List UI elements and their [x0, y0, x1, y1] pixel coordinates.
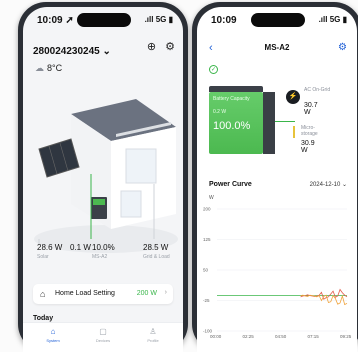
weather-widget: ☁ 8°C: [35, 63, 62, 74]
header-icons: ⊕ ⚙: [147, 40, 175, 53]
home-load-label: Home Load Setting: [55, 290, 115, 297]
x-tick-label: 07:15: [308, 334, 320, 339]
battery-soc: 10.0%: [92, 243, 115, 252]
system-screen: 10:09 ➚ .ıll 5G ▮ 280024230245 ⌄ ⊕ ⚙ ☁ 8°…: [23, 7, 183, 352]
battery-percent: 100.0%: [213, 120, 251, 132]
x-tick-label: 04:50: [275, 334, 287, 339]
tab-devices[interactable]: ▢ Devices: [83, 327, 123, 343]
signal-indicators: .ıll 5G ▮: [144, 15, 173, 24]
battery-capacity-label: Battery Capacity: [213, 96, 250, 102]
signal-indicators-right: .ıll 5G ▮: [318, 15, 347, 24]
tab-devices-label: Devices: [95, 338, 111, 343]
y-tick-label: -100: [203, 329, 213, 334]
micro-storage-value: 30.9 W: [301, 140, 315, 154]
battery-side: [263, 92, 275, 154]
status-ok-icon: ✓: [209, 65, 218, 74]
device-serial-selector[interactable]: 280024230245 ⌄: [33, 46, 111, 57]
settings-icon[interactable]: ⚙: [165, 41, 175, 53]
grid-value: 30.7 W: [304, 102, 318, 116]
y-tick-label: 200: [203, 207, 211, 212]
tab-system-label: System: [46, 338, 60, 343]
grid-name: AC On-Grid: [304, 87, 331, 93]
grid-tower-icon: ⚡: [286, 90, 300, 104]
battery-power-metric: 0.1 W: [70, 243, 91, 252]
battery-soc-metric: 10.0% MS-A2: [92, 243, 115, 260]
device-title: MS-A2: [264, 43, 290, 52]
device-icon: ▢: [99, 327, 107, 336]
grid-load-label: Grid & Load: [143, 254, 170, 260]
grid-load-power: 28.5 W: [143, 243, 169, 252]
battery-power: 0.2 W: [213, 109, 227, 115]
today-section-title: Today: [33, 315, 54, 322]
left-phone-frame: 10:09 ➚ .ıll 5G ▮ 280024230245 ⌄ ⊕ ⚙ ☁ 8°…: [18, 2, 188, 352]
app-stage: 10:09 ➚ .ıll 5G ▮ 280024230245 ⌄ ⊕ ⚙ ☁ 8°…: [0, 0, 358, 352]
flow-line: [275, 121, 295, 122]
solar-label: Solar: [37, 254, 49, 260]
dynamic-island: [77, 13, 131, 27]
house-icon: ⌂: [50, 327, 56, 336]
solar-metric: 28.6 W Solar: [37, 243, 62, 260]
series-line-2: [300, 294, 348, 306]
chevron-right-icon: ›: [164, 289, 167, 296]
add-device-icon[interactable]: ⊕: [147, 41, 156, 53]
battery-power: 0.1 W: [70, 243, 91, 252]
x-tick-label: 09:25: [340, 334, 352, 339]
tab-profile[interactable]: ♙ Profile: [133, 327, 173, 343]
battery-top: [209, 86, 263, 92]
battery-soc-label: MS-A2: [92, 254, 108, 260]
battery-unit: Battery Capacity 0.2 W 100.0%: [209, 86, 275, 154]
cloud-icon: ☁: [35, 63, 44, 73]
status-time: 10:09 ➚: [37, 15, 74, 26]
house-illustration: [34, 99, 178, 253]
grid-load-metric: 28.5 W Grid & Load: [143, 243, 170, 260]
micro-storage-bar: [293, 126, 295, 138]
person-icon: ♙: [149, 327, 157, 336]
y-tick-label: 50: [203, 268, 209, 273]
device-settings-icon[interactable]: ⚙: [338, 42, 347, 53]
right-phone-frame: 10:09 .ıll 5G ▮ ‹ MS-A2 ⚙ ✓ Battery Capa…: [192, 2, 358, 352]
home-load-setting-card[interactable]: ⌂ Home Load Setting 200 W ›: [33, 284, 173, 304]
dynamic-island-right: [251, 13, 305, 27]
status-bar-right: 10:09 .ıll 5G ▮: [197, 7, 357, 31]
status-bar: 10:09 ➚ .ıll 5G ▮: [23, 7, 183, 31]
home-icon: ⌂: [40, 289, 46, 299]
x-tick-label: 00:00: [210, 334, 222, 339]
solar-power: 28.6 W: [37, 243, 63, 252]
tab-system[interactable]: ⌂ System: [33, 327, 73, 343]
bottom-tab-bar: ⌂ System ▢ Devices ♙ Profile: [23, 322, 183, 352]
power-curve-date-picker[interactable]: 2024-12-10 ⌄: [310, 181, 347, 188]
system-header: 280024230245 ⌄ ⊕ ⚙: [33, 41, 175, 57]
tab-profile-label: Profile: [147, 338, 159, 343]
device-detail-screen: 10:09 .ıll 5G ▮ ‹ MS-A2 ⚙ ✓ Battery Capa…: [197, 7, 357, 352]
y-tick-label: 125: [203, 237, 211, 242]
y-tick-label: -25: [203, 298, 210, 303]
temperature: 8°C: [47, 63, 63, 73]
device-header: ‹ MS-A2 ⚙: [197, 42, 357, 57]
x-tick-label: 02:25: [243, 334, 255, 339]
micro-storage-name: Micro-storage: [301, 125, 318, 137]
status-time-right: 10:09: [211, 15, 237, 26]
power-curve-chart: 200 125 50 -25 -10000:00 02:25 04:50 07:15 09:25: [203, 207, 352, 340]
power-curve-title: Power Curve: [209, 181, 252, 188]
home-load-value: 200 W: [136, 290, 157, 297]
series-line-1: [300, 288, 348, 300]
